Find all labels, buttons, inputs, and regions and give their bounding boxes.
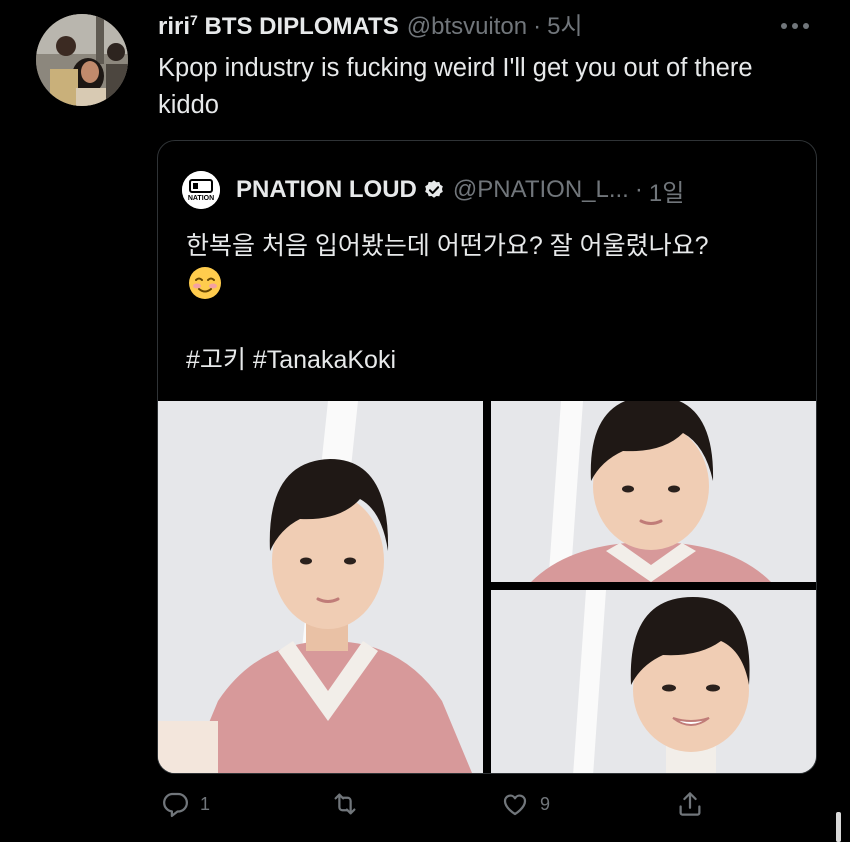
share-button[interactable] — [675, 784, 705, 824]
retweet-button[interactable] — [330, 784, 370, 824]
smiling-face-emoji-icon — [189, 267, 221, 299]
quoted-tweet-timestamp[interactable]: 1일 — [649, 173, 684, 208]
author-name-superscript: 7 — [190, 12, 198, 28]
retweet-icon — [334, 793, 356, 815]
photo-3-image — [491, 590, 816, 773]
tweet-action-bar: 1 9 — [160, 784, 720, 824]
photo-3[interactable] — [491, 590, 816, 773]
quoted-tweet-hashtags[interactable]: #고키 #TanakaKoki — [186, 341, 396, 379]
tweet-text: Kpop industry is fucking weird I'll get … — [158, 54, 753, 119]
quoted-tweet-header: PNATION LOUD @PNATION_L... · 1일 — [236, 171, 796, 209]
more-icon — [781, 23, 809, 29]
separator-dot: · — [634, 176, 643, 203]
reply-count: 1 — [200, 793, 211, 814]
tweet-timestamp[interactable]: 5시 — [547, 10, 582, 44]
scrollbar[interactable] — [836, 812, 841, 842]
photo-2-image — [491, 401, 816, 582]
share-icon — [679, 792, 701, 816]
reply-icon — [163, 792, 188, 817]
quoted-author-avatar[interactable]: NATION — [182, 171, 220, 209]
tweet-header: riri7 BTS DIPLOMATS @btsvuiton · 5시 — [158, 10, 798, 46]
like-count: 9 — [540, 793, 551, 814]
photo-2[interactable] — [491, 401, 816, 582]
svg-text:NATION: NATION — [188, 195, 214, 202]
avatar-image — [36, 14, 128, 106]
author-avatar[interactable] — [36, 14, 128, 106]
quoted-author-handle[interactable]: @PNATION_L... — [453, 176, 629, 204]
more-options-button[interactable] — [776, 12, 814, 40]
verified-icon — [425, 180, 443, 198]
author-handle[interactable]: @btsvuiton — [407, 10, 527, 44]
separator-dot: · — [533, 13, 542, 40]
reply-button[interactable]: 1 — [160, 784, 210, 824]
like-icon — [503, 794, 527, 816]
author-name[interactable]: riri7 BTS DIPLOMATS — [158, 10, 399, 44]
quoted-author-name[interactable]: PNATION LOUD — [236, 176, 417, 204]
media-grid — [158, 401, 816, 773]
photo-1-image — [158, 401, 483, 773]
pnation-logo: NATION — [182, 171, 220, 209]
quoted-tweet-text: 한복을 처음 입어봤는데 어떤가요? 잘 어울렸나요? — [186, 232, 709, 260]
photo-1[interactable] — [158, 401, 483, 773]
like-button[interactable]: 9 — [500, 784, 550, 824]
quoted-tweet-card[interactable]: NATION PNATION LOUD @PNATION_L... · 1일 한… — [157, 140, 817, 774]
